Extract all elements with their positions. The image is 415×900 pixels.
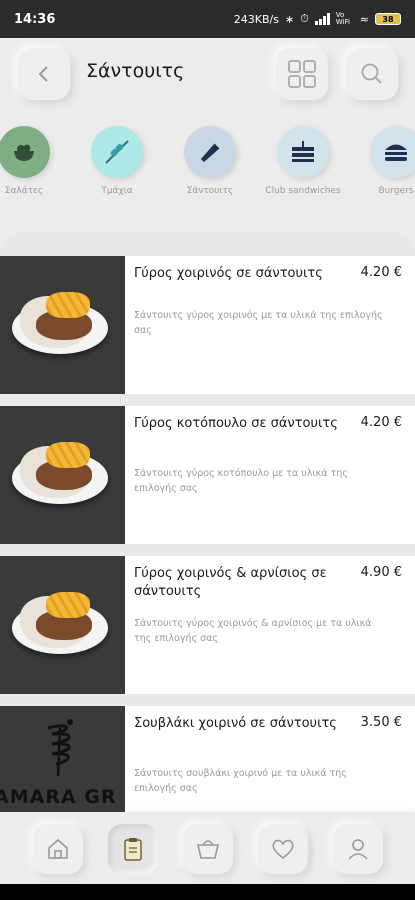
- wrap-icon: [184, 126, 236, 178]
- basket-icon: [196, 840, 220, 859]
- category-label: Burgers: [378, 186, 414, 196]
- nav-favorites[interactable]: [258, 824, 308, 874]
- system-nav-bar: [0, 884, 415, 900]
- search-button[interactable]: [346, 48, 398, 100]
- network-speed: 243KB/s: [233, 12, 279, 26]
- category-skewers[interactable]: Τμάχια: [77, 126, 157, 196]
- product-description: Σάντουιτς γύρος χοιρινός με τα υλικά της…: [134, 310, 383, 336]
- app-screen: 14:36 243KB/s ∗ ⏱ Vo WiFi ≈ 38 Σάντουιτς: [0, 0, 415, 900]
- product-name: Γύρος χοιρινός σε σάντουιτς: [134, 266, 323, 281]
- category-label: Club sandwiches: [265, 186, 341, 196]
- bluetooth-icon: ∗: [284, 12, 295, 26]
- category-label: Σάντουιτς: [186, 186, 234, 196]
- nav-home[interactable]: [33, 824, 83, 874]
- burger-icon: [370, 126, 415, 178]
- product-name: Γύρος χοιρινός & αρνίσιος σε σάντουιτς: [134, 566, 327, 599]
- vowifi-label: Vo WiFi: [335, 11, 350, 26]
- page-title: Σάντουιτς: [86, 60, 185, 82]
- bottom-nav: [0, 812, 415, 884]
- category-club-sandwiches[interactable]: Club sandwiches: [263, 126, 343, 196]
- home-icon: [48, 838, 68, 859]
- user-icon: [348, 839, 368, 860]
- category-label: Σαλάτες: [4, 186, 44, 196]
- nav-menu[interactable]: [108, 824, 158, 874]
- product-price: 3.50 €: [360, 715, 402, 730]
- alarm-icon: ⏱: [300, 12, 309, 25]
- category-burgers[interactable]: Burgers: [356, 126, 415, 196]
- skewer-icon: [91, 126, 143, 178]
- status-time: 14:36: [14, 11, 56, 27]
- category-label: Τμάχια: [101, 186, 133, 196]
- heart-icon: [272, 839, 294, 860]
- product-description: Σάντουιτς σουβλάκι χοιρινό με τα υλικά τ…: [134, 768, 347, 794]
- product-card[interactable]: Γύρος κοτόπουλο σε σάντουιτς 4.20 € Σάντ…: [0, 406, 415, 544]
- product-name: Σουβλάκι χοιρινό σε σάντουιτς: [134, 716, 337, 731]
- nav-basket[interactable]: [183, 824, 233, 874]
- product-description: Σάντουιτς γύρος κοτόπουλο με τα υλικά τη…: [134, 468, 348, 494]
- header: Σάντουιτς: [0, 38, 415, 118]
- signal-icon: [314, 13, 330, 25]
- menu-icon: [124, 838, 142, 861]
- product-name: Γύρος κοτόπουλο σε σάντουιτς: [134, 416, 338, 431]
- category-row: Σαλάτες Τμάχια Σάντουιτς Club sandwiches…: [0, 122, 415, 204]
- product-card[interactable]: Γύρος χοιρινός σε σάντουιτς 4.20 € Σάντο…: [0, 256, 415, 394]
- product-price: 4.20 €: [360, 265, 402, 280]
- product-description: Σάντουιτς γύρος χοιρινός & αρνίσιος με τ…: [134, 618, 372, 644]
- product-image: [0, 556, 125, 694]
- product-price: 4.90 €: [360, 565, 402, 580]
- product-card[interactable]: AMARA GR Σουβλάκι χοιρινό σε σάντουιτς 3…: [0, 706, 415, 812]
- salad-icon: [0, 126, 50, 178]
- battery-icon: 38: [375, 13, 401, 25]
- status-bar: 14:36 243KB/s ∗ ⏱ Vo WiFi ≈ 38: [0, 0, 415, 38]
- nav-profile[interactable]: [333, 824, 383, 874]
- product-logo: AMARA GR: [0, 706, 125, 812]
- product-image: [0, 256, 125, 394]
- chevron-left-icon: [38, 66, 48, 82]
- category-sandwiches[interactable]: Σάντουιτς: [170, 126, 250, 196]
- product-image: [0, 406, 125, 544]
- status-icons: 243KB/s ∗ ⏱ Vo WiFi ≈ 38: [234, 12, 401, 26]
- grid-view-button[interactable]: [276, 48, 328, 100]
- back-button[interactable]: [18, 48, 70, 100]
- product-list: Γύρος χοιρινός σε σάντουιτς 4.20 € Σάντο…: [0, 232, 415, 812]
- logo-text: AMARA GR: [0, 786, 117, 808]
- product-price: 4.20 €: [360, 415, 402, 430]
- search-icon: [361, 63, 382, 84]
- club-sandwich-icon: [277, 126, 329, 178]
- product-card[interactable]: Γύρος χοιρινός & αρνίσιος σε σάντουιτς 4…: [0, 556, 415, 694]
- category-salads[interactable]: Σαλάτες: [0, 126, 64, 196]
- grid-icon: [288, 60, 316, 88]
- wifi-icon: ≈: [359, 12, 369, 26]
